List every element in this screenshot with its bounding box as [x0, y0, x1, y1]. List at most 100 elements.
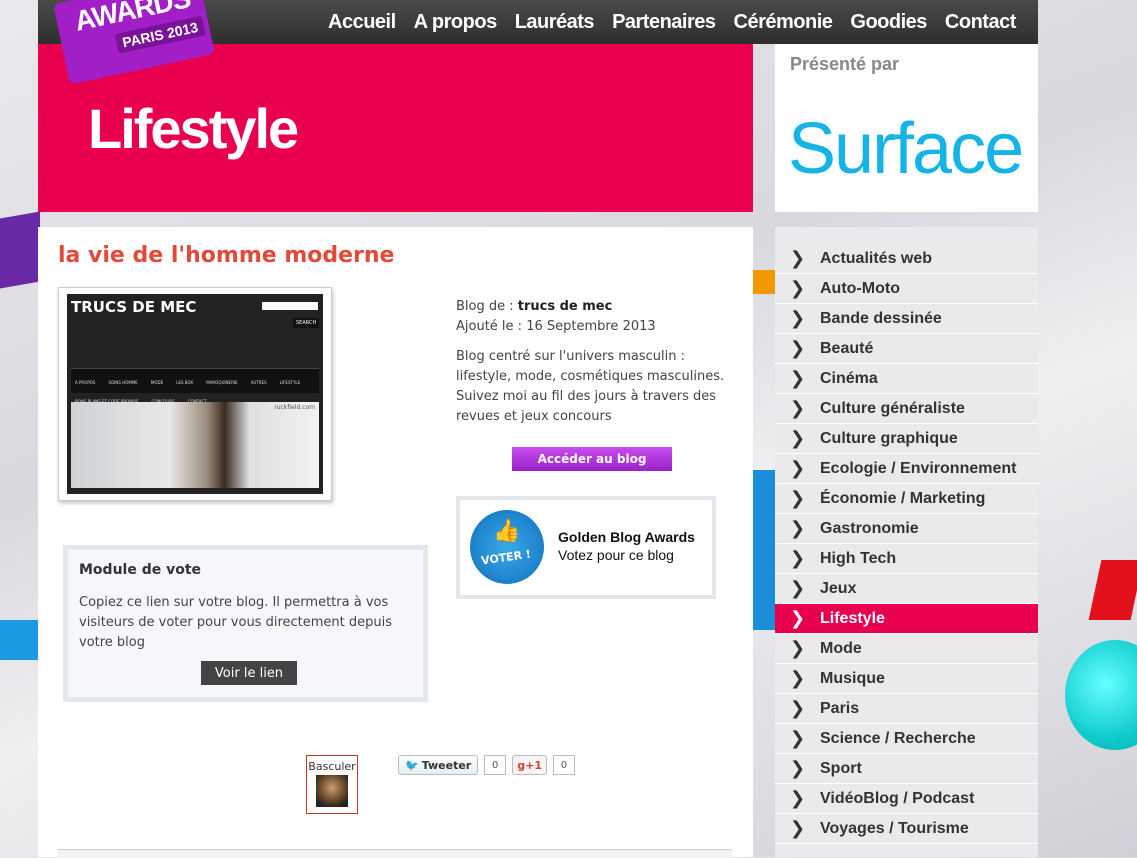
sidebar-item-label: Mode: [820, 639, 862, 657]
sidebar-item-voyages-tourisme[interactable]: ❯ Voyages / Tourisme: [775, 814, 1038, 844]
tweet-count: 0: [484, 755, 507, 775]
nav-item-ceremonie[interactable]: Cérémonie: [734, 11, 833, 34]
sidebar-item-label: Musique: [820, 669, 885, 687]
sidebar-item-jeux[interactable]: ❯ Jeux: [775, 574, 1038, 604]
sidebar-item-culture-généraliste[interactable]: ❯ Culture généraliste: [775, 394, 1038, 424]
chevron-right-icon: ❯: [789, 728, 806, 749]
sidebar-item-mode[interactable]: ❯ Mode: [775, 634, 1038, 664]
sidebar-item-ecologie-environnement[interactable]: ❯ Ecologie / Environnement: [775, 454, 1038, 484]
vote-subtitle: Votez pour ce blog: [558, 547, 674, 563]
sidebar-item-label: Actualités web: [820, 249, 933, 267]
thumbnail-site-title: TRUCS DE MEC: [71, 298, 197, 316]
background-shape: [1088, 560, 1137, 620]
tweet-label: Tweeter: [421, 758, 472, 772]
google-plus-button[interactable]: g +1: [512, 755, 547, 775]
sidebar-item-lifestyle[interactable]: ❯ Lifestyle: [775, 604, 1038, 634]
chevron-right-icon: ❯: [789, 818, 806, 839]
background-shape: [0, 211, 40, 289]
blog-author-name: trucs de mec: [517, 299, 613, 314]
thumbnail-nav-item: MAROQUINERIE: [206, 380, 238, 385]
category-banner: Lifestyle: [38, 44, 753, 212]
thumbnail-nav-item: AUTRES: [250, 380, 267, 385]
thumbnail-nav: A PROPOS SOINS HOMME MODE LES BOX MAROQU…: [71, 368, 319, 404]
background-shape: [752, 470, 776, 630]
sidebar-item-label: Gastronomie: [820, 519, 919, 537]
vote-badge-icon[interactable]: 👍 VOTER !: [470, 510, 544, 584]
thumbnail-nav-item: A PROPOS: [75, 380, 96, 385]
chevron-right-icon: ❯: [789, 368, 806, 389]
sidebar-item-sport[interactable]: ❯ Sport: [775, 754, 1038, 784]
sidebar-item-gastronomie[interactable]: ❯ Gastronomie: [775, 514, 1038, 544]
sidebar-item-paris[interactable]: ❯ Paris: [775, 694, 1038, 724]
sidebar-item-label: Bande dessinée: [820, 309, 942, 327]
category-sidebar: ❯ Actualités web ❯ Auto-Moto ❯ Bande dessinée…: [775, 227, 1038, 857]
background-shape: [1065, 640, 1137, 750]
switch-label: Basculer: [308, 760, 356, 773]
twitter-bird-icon: 🐦: [405, 758, 419, 772]
vote-module-title: Module de vote: [79, 562, 202, 578]
nav-item-partenaires[interactable]: Partenaires: [612, 11, 716, 34]
sidebar-item-bande-dessinée[interactable]: ❯ Bande dessinée: [775, 304, 1038, 334]
thumbnail-search-button: SEARCH: [293, 318, 320, 328]
chevron-right-icon: ❯: [789, 398, 806, 419]
sponsor-logo: Surface: [788, 109, 1024, 189]
sidebar-item-label: Sport: [820, 759, 862, 777]
nav-item-laureats[interactable]: Lauréats: [515, 11, 595, 34]
sidebar-item-label: High Tech: [820, 549, 897, 567]
chevron-right-icon: ❯: [789, 338, 806, 359]
chevron-right-icon: ❯: [789, 578, 806, 599]
thumbnail-nav-item: LIFESTYLE: [279, 380, 301, 385]
vote-widget[interactable]: 👍 VOTER ! Golden Blog Awards Votez pour …: [456, 496, 716, 599]
blog-date: Ajouté le : 16 Septembre 2013: [456, 317, 741, 337]
chevron-right-icon: ❯: [789, 248, 806, 269]
thumbnail-search-field: [262, 302, 318, 310]
sidebar-item-auto-moto[interactable]: ❯ Auto-Moto: [775, 274, 1038, 304]
chevron-right-icon: ❯: [789, 788, 806, 809]
sidebar-item-beauté[interactable]: ❯ Beauté: [775, 334, 1038, 364]
chevron-right-icon: ❯: [789, 548, 806, 569]
chevron-right-icon: ❯: [789, 308, 806, 329]
access-blog-button[interactable]: Accéder au blog: [512, 447, 672, 471]
sponsor-box[interactable]: Présenté par Surface: [775, 44, 1038, 212]
chevron-right-icon: ❯: [789, 698, 806, 719]
switch-account-button[interactable]: Basculer: [306, 755, 358, 814]
nav-item-accueil[interactable]: Accueil: [328, 11, 396, 34]
sidebar-item-label: Culture graphique: [820, 429, 958, 447]
background-shape: [752, 270, 776, 294]
chevron-right-icon: ❯: [789, 758, 806, 779]
sidebar-item-science-recherche[interactable]: ❯ Science / Recherche: [775, 724, 1038, 754]
sidebar-item-cinéma[interactable]: ❯ Cinéma: [775, 364, 1038, 394]
blog-screenshot-inner: TRUCS DE MEC SEARCH A PROPOS SOINS HOMME…: [67, 294, 323, 494]
sidebar-item-label: Science / Recherche: [820, 729, 976, 747]
sidebar-item-économie-marketing[interactable]: ❯ Économie / Marketing: [775, 484, 1038, 514]
sidebar-item-vidéoblog-podcast[interactable]: ❯ VidéoBlog / Podcast: [775, 784, 1038, 814]
chevron-right-icon: ❯: [789, 488, 806, 509]
vote-module-text: Copiez ce lien sur votre blog. Il permet…: [79, 595, 393, 650]
avatar: [316, 775, 348, 807]
google-plus-label: +1: [525, 758, 542, 772]
blog-author-label: Blog de :: [456, 299, 518, 314]
vote-title: Golden Blog Awards: [558, 529, 695, 545]
sidebar-item-high-tech[interactable]: ❯ High Tech: [775, 544, 1038, 574]
sidebar-item-label: VidéoBlog / Podcast: [820, 789, 975, 807]
sidebar-item-musique[interactable]: ❯ Musique: [775, 664, 1038, 694]
nav-item-a-propos[interactable]: A propos: [414, 11, 498, 34]
google-plus-count: 0: [552, 755, 575, 775]
nav-item-contact[interactable]: Contact: [945, 11, 1016, 34]
nav-item-goodies[interactable]: Goodies: [850, 11, 927, 34]
sidebar-item-label: Paris: [820, 699, 860, 717]
tweet-button[interactable]: 🐦 Tweeter: [398, 755, 479, 775]
blog-description: Blog centré sur l'univers masculin : lif…: [456, 349, 725, 424]
chevron-right-icon: ❯: [789, 428, 806, 449]
thumbnail-nav-item: SOINS HOMME: [108, 380, 138, 385]
blog-screenshot[interactable]: TRUCS DE MEC SEARCH A PROPOS SOINS HOMME…: [58, 287, 332, 501]
sidebar-item-label: Cinéma: [820, 369, 878, 387]
sidebar-item-culture-graphique[interactable]: ❯ Culture graphique: [775, 424, 1038, 454]
sidebar-item-label: Ecologie / Environnement: [820, 459, 1017, 477]
chevron-right-icon: ❯: [789, 518, 806, 539]
sidebar-item-label: Économie / Marketing: [820, 489, 986, 507]
sidebar-item-actualités-web[interactable]: ❯ Actualités web: [775, 244, 1038, 274]
sidebar-item-label: Beauté: [820, 339, 874, 357]
thumbnail-photo: ruckfield.com: [71, 402, 319, 488]
show-link-button[interactable]: Voir le lien: [201, 661, 297, 685]
